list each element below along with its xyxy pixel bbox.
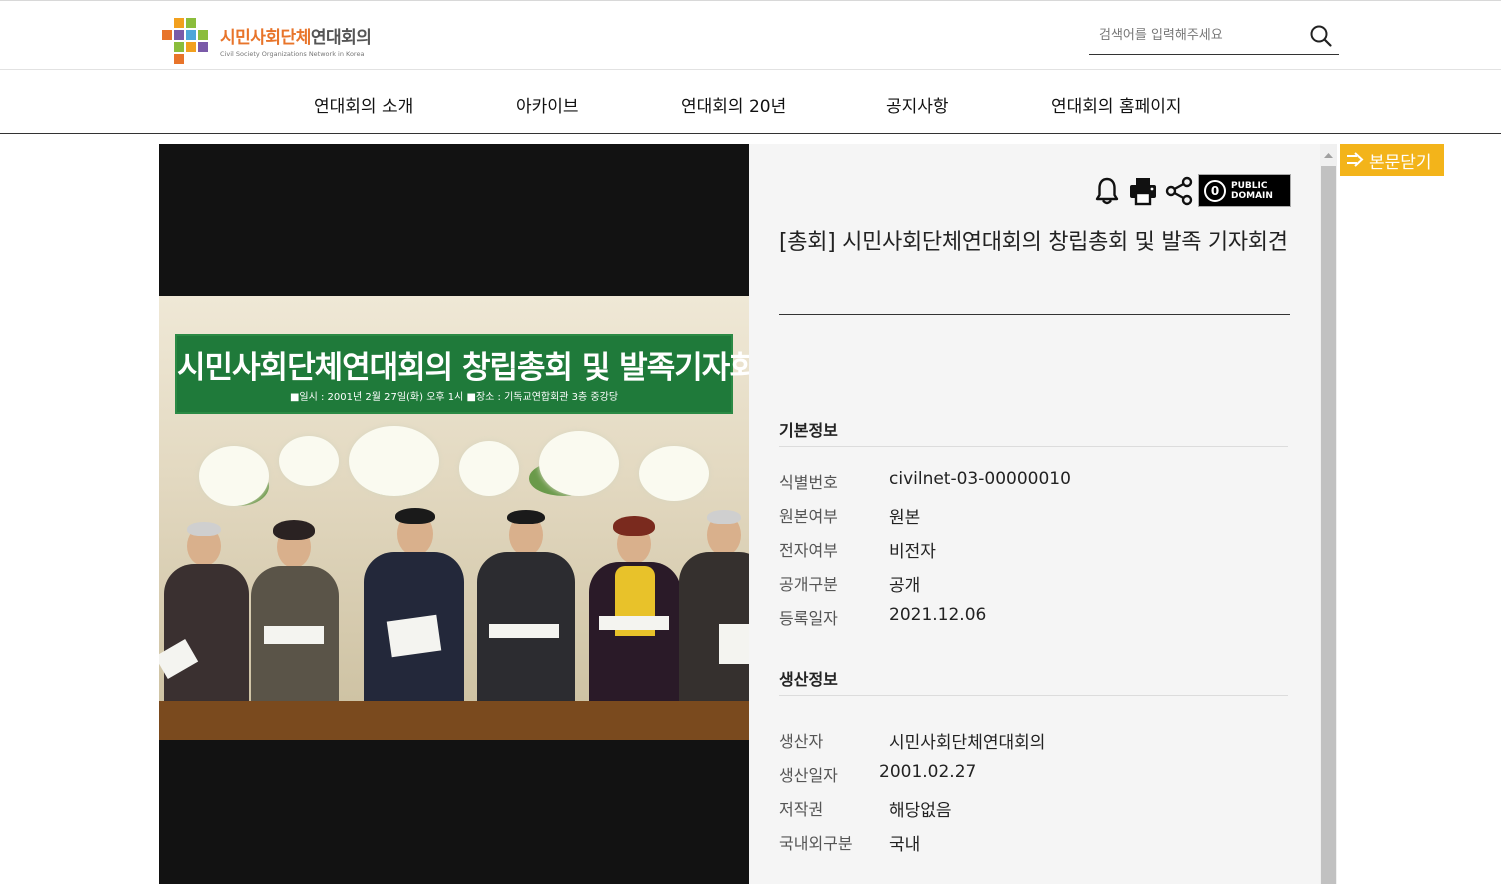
site-header: 시민사회단체연대회의 Civil Society Organizations N…	[0, 0, 1501, 70]
close-content-button[interactable]: 본문닫기	[1340, 144, 1444, 176]
cc-zero-icon: 0	[1204, 180, 1226, 202]
scroll-up-arrow-icon[interactable]	[1320, 144, 1337, 166]
info-label: 공개구분	[779, 575, 838, 594]
info-label: 식별번호	[779, 473, 838, 492]
search-icon[interactable]	[1309, 24, 1333, 48]
title-divider	[779, 314, 1290, 315]
info-value: 2021.12.06	[889, 605, 987, 625]
info-value: 원본	[889, 508, 921, 528]
search-box	[1089, 18, 1339, 55]
logo-subtitle: Civil Society Organizations Network in K…	[220, 50, 365, 58]
info-panel: 0 PUBLIC DOMAIN [총회] 시민사회단체연대회의 창립총회 및 발…	[749, 144, 1320, 884]
production-info-divider	[779, 695, 1288, 696]
info-label: 국내외구분	[779, 834, 853, 853]
logo-mark-icon	[162, 18, 212, 64]
info-label: 생산자	[779, 732, 824, 751]
document-toolbar: 0 PUBLIC DOMAIN	[1092, 174, 1292, 207]
info-value: civilnet-03-00000010	[889, 469, 1071, 489]
info-label: 전자여부	[779, 541, 838, 560]
info-value: 국내	[889, 835, 921, 855]
info-label: 생산일자	[779, 766, 838, 785]
logo-title: 시민사회단체연대회의	[220, 28, 372, 48]
info-label: 저작권	[779, 800, 824, 819]
print-icon[interactable]	[1128, 175, 1158, 207]
public-domain-badge[interactable]: 0 PUBLIC DOMAIN	[1198, 174, 1291, 207]
info-value: 시민사회단체연대회의	[889, 733, 1046, 753]
photo-banner-title: 시민사회단체연대회의 창립총회 및 발족기자회견	[177, 350, 749, 386]
info-label: 등록일자	[779, 609, 838, 628]
info-value: 공개	[889, 576, 921, 596]
search-input[interactable]	[1089, 18, 1299, 52]
nav-item-notice[interactable]: 공지사항	[886, 92, 949, 117]
bell-icon[interactable]	[1092, 175, 1122, 207]
image-viewer[interactable]: 시민사회단체연대회의 창립총회 및 발족기자회견 ■일시 : 2001년 2월 …	[159, 144, 749, 884]
main-nav: 연대회의 소개 아카이브 연대회의 20년 공지사항 연대회의 홈페이지	[0, 70, 1501, 134]
panel-scrollbar[interactable]	[1320, 144, 1337, 884]
production-info-title: 생산정보	[779, 670, 838, 689]
info-value: 2001.02.27	[879, 762, 977, 782]
site-logo[interactable]: 시민사회단체연대회의 Civil Society Organizations N…	[162, 18, 392, 64]
info-label: 원본여부	[779, 507, 838, 526]
nav-item-about[interactable]: 연대회의 소개	[314, 92, 413, 117]
photo-banner: 시민사회단체연대회의 창립총회 및 발족기자회견 ■일시 : 2001년 2월 …	[175, 334, 749, 414]
info-value: 비전자	[889, 542, 936, 562]
info-value: 해당없음	[889, 801, 952, 821]
basic-info-divider	[779, 446, 1288, 447]
scroll-thumb[interactable]	[1321, 166, 1336, 884]
nav-item-archive[interactable]: 아카이브	[516, 92, 579, 117]
close-content-label: 본문닫기	[1369, 153, 1432, 173]
basic-info-title: 기본정보	[779, 421, 838, 440]
license-line-1: PUBLIC	[1231, 181, 1268, 191]
document-title: [총회] 시민사회단체연대회의 창립총회 및 발족 기자회견	[779, 230, 1288, 255]
arrow-right-icon	[1346, 150, 1364, 170]
nav-item-homepage[interactable]: 연대회의 홈페이지	[1051, 92, 1182, 117]
archive-photo: 시민사회단체연대회의 창립총회 및 발족기자회견 ■일시 : 2001년 2월 …	[159, 296, 749, 740]
photo-banner-subtitle: ■일시 : 2001년 2월 27일(화) 오후 1시 ■장소 : 기독교연합회…	[289, 392, 619, 403]
license-line-2: DOMAIN	[1231, 191, 1273, 201]
nav-item-20-years[interactable]: 연대회의 20년	[681, 92, 786, 117]
share-icon[interactable]	[1164, 175, 1194, 207]
